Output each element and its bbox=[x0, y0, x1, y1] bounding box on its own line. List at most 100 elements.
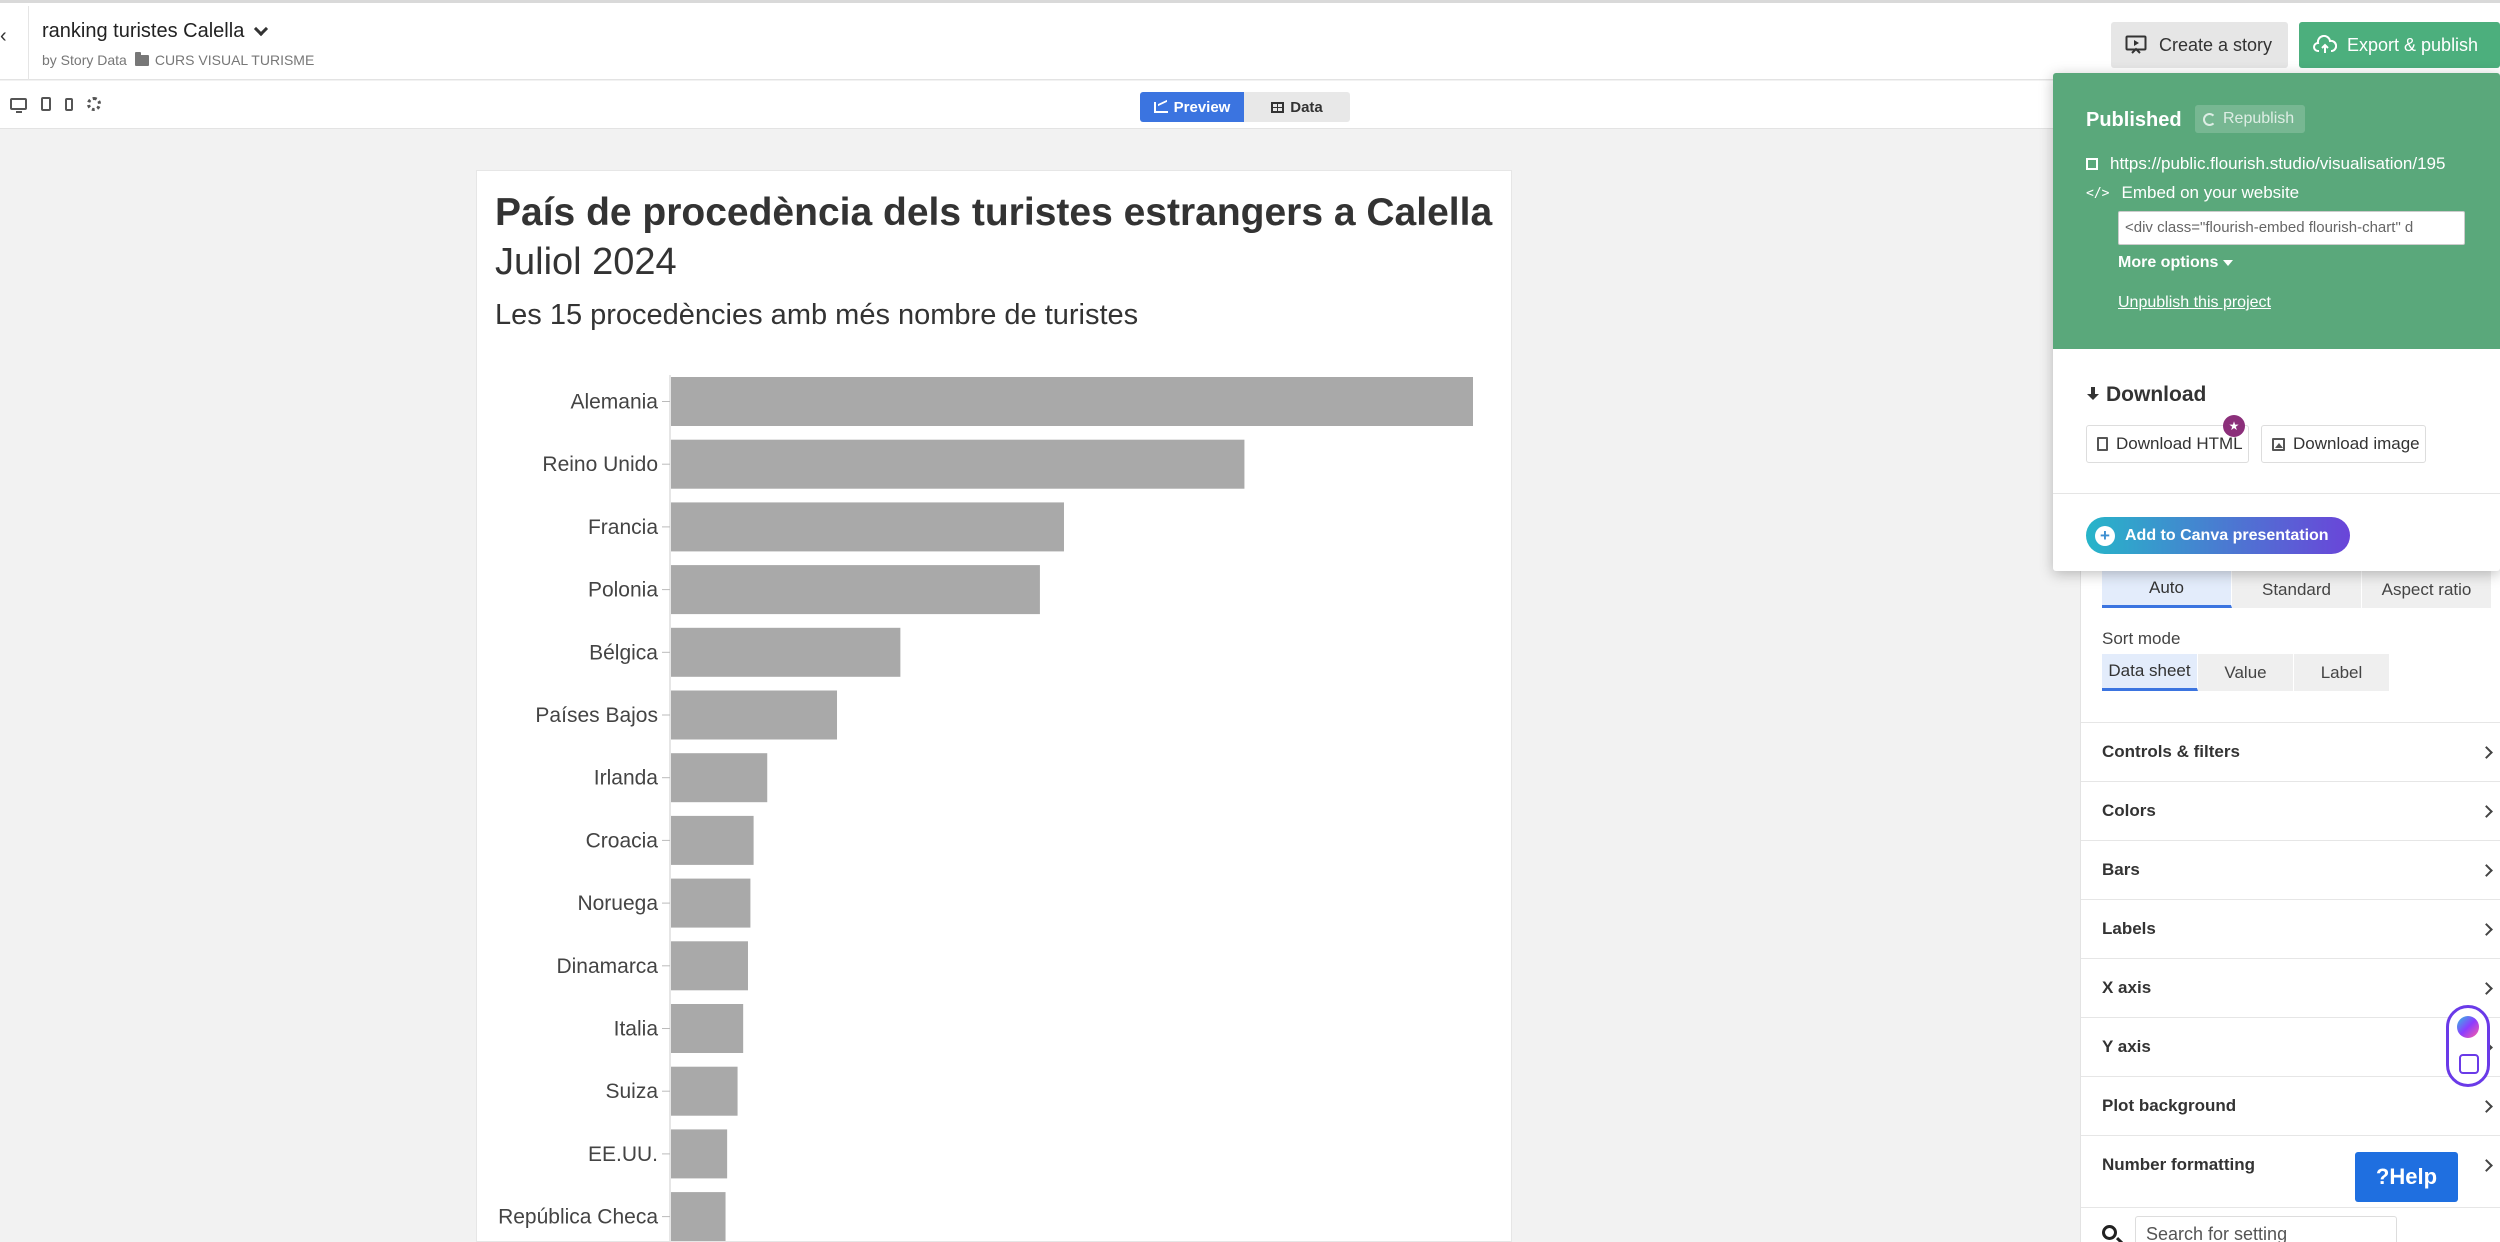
y-tick-label: Irlanda bbox=[594, 767, 659, 790]
settings-sections: Controls & filters Colors Bars Labels X axis… bbox=[2081, 722, 2500, 1194]
arrow-right-icon bbox=[2480, 745, 2493, 759]
more-options-label: More options bbox=[2118, 254, 2219, 271]
bar-chart: Alemania Reino Unido Francia Polonia Bélgica… bbox=[498, 375, 1473, 1241]
divider bbox=[2053, 493, 2500, 494]
refresh-icon bbox=[2203, 112, 2216, 126]
embed-code-field[interactable]: <div class="flourish-embed flourish-char… bbox=[2118, 211, 2465, 245]
help-label: Help bbox=[2389, 1164, 2438, 1189]
header-divider bbox=[28, 6, 29, 80]
top-header: ‹ ranking turistes Calella by Story Data… bbox=[0, 0, 2500, 80]
help-button[interactable]: ? Help bbox=[2355, 1152, 2458, 1202]
y-tick-label: Polonia bbox=[588, 579, 658, 602]
arrow-right-icon bbox=[2480, 922, 2493, 936]
y-tick-label: Dinamarca bbox=[556, 955, 658, 978]
chart-preview: País de procedència dels turistes estran… bbox=[476, 170, 1512, 1242]
bar[interactable] bbox=[671, 1192, 726, 1241]
settings-section-label: Controls & filters bbox=[2102, 742, 2240, 761]
settings-search bbox=[2081, 1207, 2500, 1242]
download-html-label: Download HTML bbox=[2116, 434, 2243, 453]
bar[interactable] bbox=[671, 753, 768, 803]
sort-option-value[interactable]: Value bbox=[2198, 654, 2294, 691]
file-icon bbox=[2097, 437, 2108, 451]
size-option-standard[interactable]: Standard bbox=[2232, 571, 2362, 608]
phone-icon[interactable] bbox=[65, 97, 73, 111]
add-to-canva-button[interactable]: + Add to Canva presentation bbox=[2086, 517, 2350, 554]
settings-section-controls-filters[interactable]: Controls & filters bbox=[2081, 722, 2500, 781]
export-publish-button[interactable]: Export & publish bbox=[2299, 22, 2500, 68]
desktop-icon[interactable] bbox=[10, 98, 27, 113]
download-image-button[interactable]: Download image bbox=[2261, 425, 2426, 463]
unpublish-link[interactable]: Unpublish this project bbox=[2118, 294, 2271, 312]
public-url[interactable]: https://public.flourish.studio/visualisa… bbox=[2110, 154, 2445, 174]
embed-row: </> Embed on your website bbox=[2086, 183, 2299, 203]
y-tick-label: Reino Unido bbox=[542, 453, 658, 476]
y-tick-label: República Checa bbox=[498, 1206, 658, 1229]
create-story-label: Create a story bbox=[2159, 34, 2273, 55]
folder-icon bbox=[134, 51, 149, 66]
arrow-right-icon bbox=[2480, 804, 2493, 818]
create-story-button[interactable]: Create a story bbox=[2111, 22, 2288, 68]
sort-option-data-sheet[interactable]: Data sheet bbox=[2102, 654, 2198, 691]
code-icon: </> bbox=[2086, 185, 2110, 201]
project-title-dropdown[interactable]: ranking turistes Calella bbox=[42, 20, 269, 43]
y-tick-label: Italia bbox=[614, 1018, 659, 1041]
settings-section-y-axis[interactable]: Y axis bbox=[2081, 1017, 2500, 1076]
bar[interactable] bbox=[671, 377, 1473, 426]
settings-section-label: Y axis bbox=[2102, 1037, 2151, 1056]
bar[interactable] bbox=[671, 690, 838, 740]
tab-preview[interactable]: Preview bbox=[1140, 92, 1244, 122]
bar[interactable] bbox=[671, 1004, 744, 1053]
bar[interactable] bbox=[671, 565, 1040, 615]
gear-icon[interactable] bbox=[87, 97, 101, 111]
tablet-icon[interactable] bbox=[41, 97, 51, 111]
bar[interactable] bbox=[671, 1066, 738, 1116]
cloud-upload-icon bbox=[2313, 35, 2337, 53]
bar[interactable] bbox=[671, 1129, 728, 1179]
download-image-label: Download image bbox=[2293, 434, 2420, 453]
project-title: ranking turistes Calella bbox=[42, 20, 245, 42]
search-input[interactable] bbox=[2135, 1216, 2397, 1242]
settings-section-label: X axis bbox=[2102, 978, 2152, 997]
y-tick-label: Suiza bbox=[605, 1080, 658, 1103]
settings-section-bars[interactable]: Bars bbox=[2081, 840, 2500, 899]
settings-section-colors[interactable]: Colors bbox=[2081, 781, 2500, 840]
download-title: Download bbox=[2086, 383, 2206, 407]
caret-down-icon bbox=[2223, 260, 2234, 266]
embed-label: Embed on your website bbox=[2121, 183, 2300, 202]
y-tick-label: Croacia bbox=[586, 829, 659, 852]
settings-section-labels[interactable]: Labels bbox=[2081, 899, 2500, 958]
bar[interactable] bbox=[671, 627, 901, 677]
bar[interactable] bbox=[671, 878, 751, 928]
sort-mode-selector: Data sheet Value Label bbox=[2102, 654, 2390, 691]
tab-data[interactable]: Data bbox=[1244, 92, 1350, 122]
folder-link[interactable]: CURS VISUAL TURISME bbox=[155, 52, 314, 68]
download-title-label: Download bbox=[2106, 383, 2207, 406]
canva-assistant-widget[interactable] bbox=[2446, 1005, 2490, 1087]
download-icon bbox=[2086, 387, 2100, 403]
settings-section-plot-background[interactable]: Plot background bbox=[2081, 1076, 2500, 1135]
arrow-right-icon bbox=[2480, 981, 2493, 995]
size-option-auto[interactable]: Auto bbox=[2102, 571, 2232, 608]
bar[interactable] bbox=[671, 815, 754, 865]
size-option-aspect-ratio[interactable]: Aspect ratio bbox=[2362, 571, 2492, 608]
y-tick-label: Noruega bbox=[577, 892, 658, 915]
bar[interactable] bbox=[671, 439, 1245, 489]
device-preview-group bbox=[10, 97, 101, 113]
bar[interactable] bbox=[671, 502, 1064, 552]
chart-edit-icon[interactable] bbox=[2459, 1054, 2479, 1074]
tab-preview-label: Preview bbox=[1173, 98, 1231, 116]
size-mode-selector: Auto Standard Aspect ratio bbox=[2102, 571, 2492, 608]
bar[interactable] bbox=[671, 941, 748, 991]
view-toggle: Preview Data bbox=[1140, 92, 1350, 122]
public-link-row[interactable]: https://public.flourish.studio/visualisa… bbox=[2086, 154, 2445, 174]
republish-button[interactable]: Republish bbox=[2195, 105, 2305, 133]
sort-option-label[interactable]: Label bbox=[2294, 654, 2390, 691]
y-tick-label: Bélgica bbox=[589, 641, 658, 664]
more-options-toggle[interactable]: More options bbox=[2118, 254, 2234, 272]
back-icon[interactable]: ‹ bbox=[0, 25, 7, 48]
chart-icon bbox=[1153, 101, 1168, 113]
y-tick-label: Países Bajos bbox=[535, 704, 658, 727]
tab-data-label: Data bbox=[1290, 98, 1323, 116]
settings-section-x-axis[interactable]: X axis bbox=[2081, 958, 2500, 1017]
image-icon bbox=[2272, 437, 2285, 451]
